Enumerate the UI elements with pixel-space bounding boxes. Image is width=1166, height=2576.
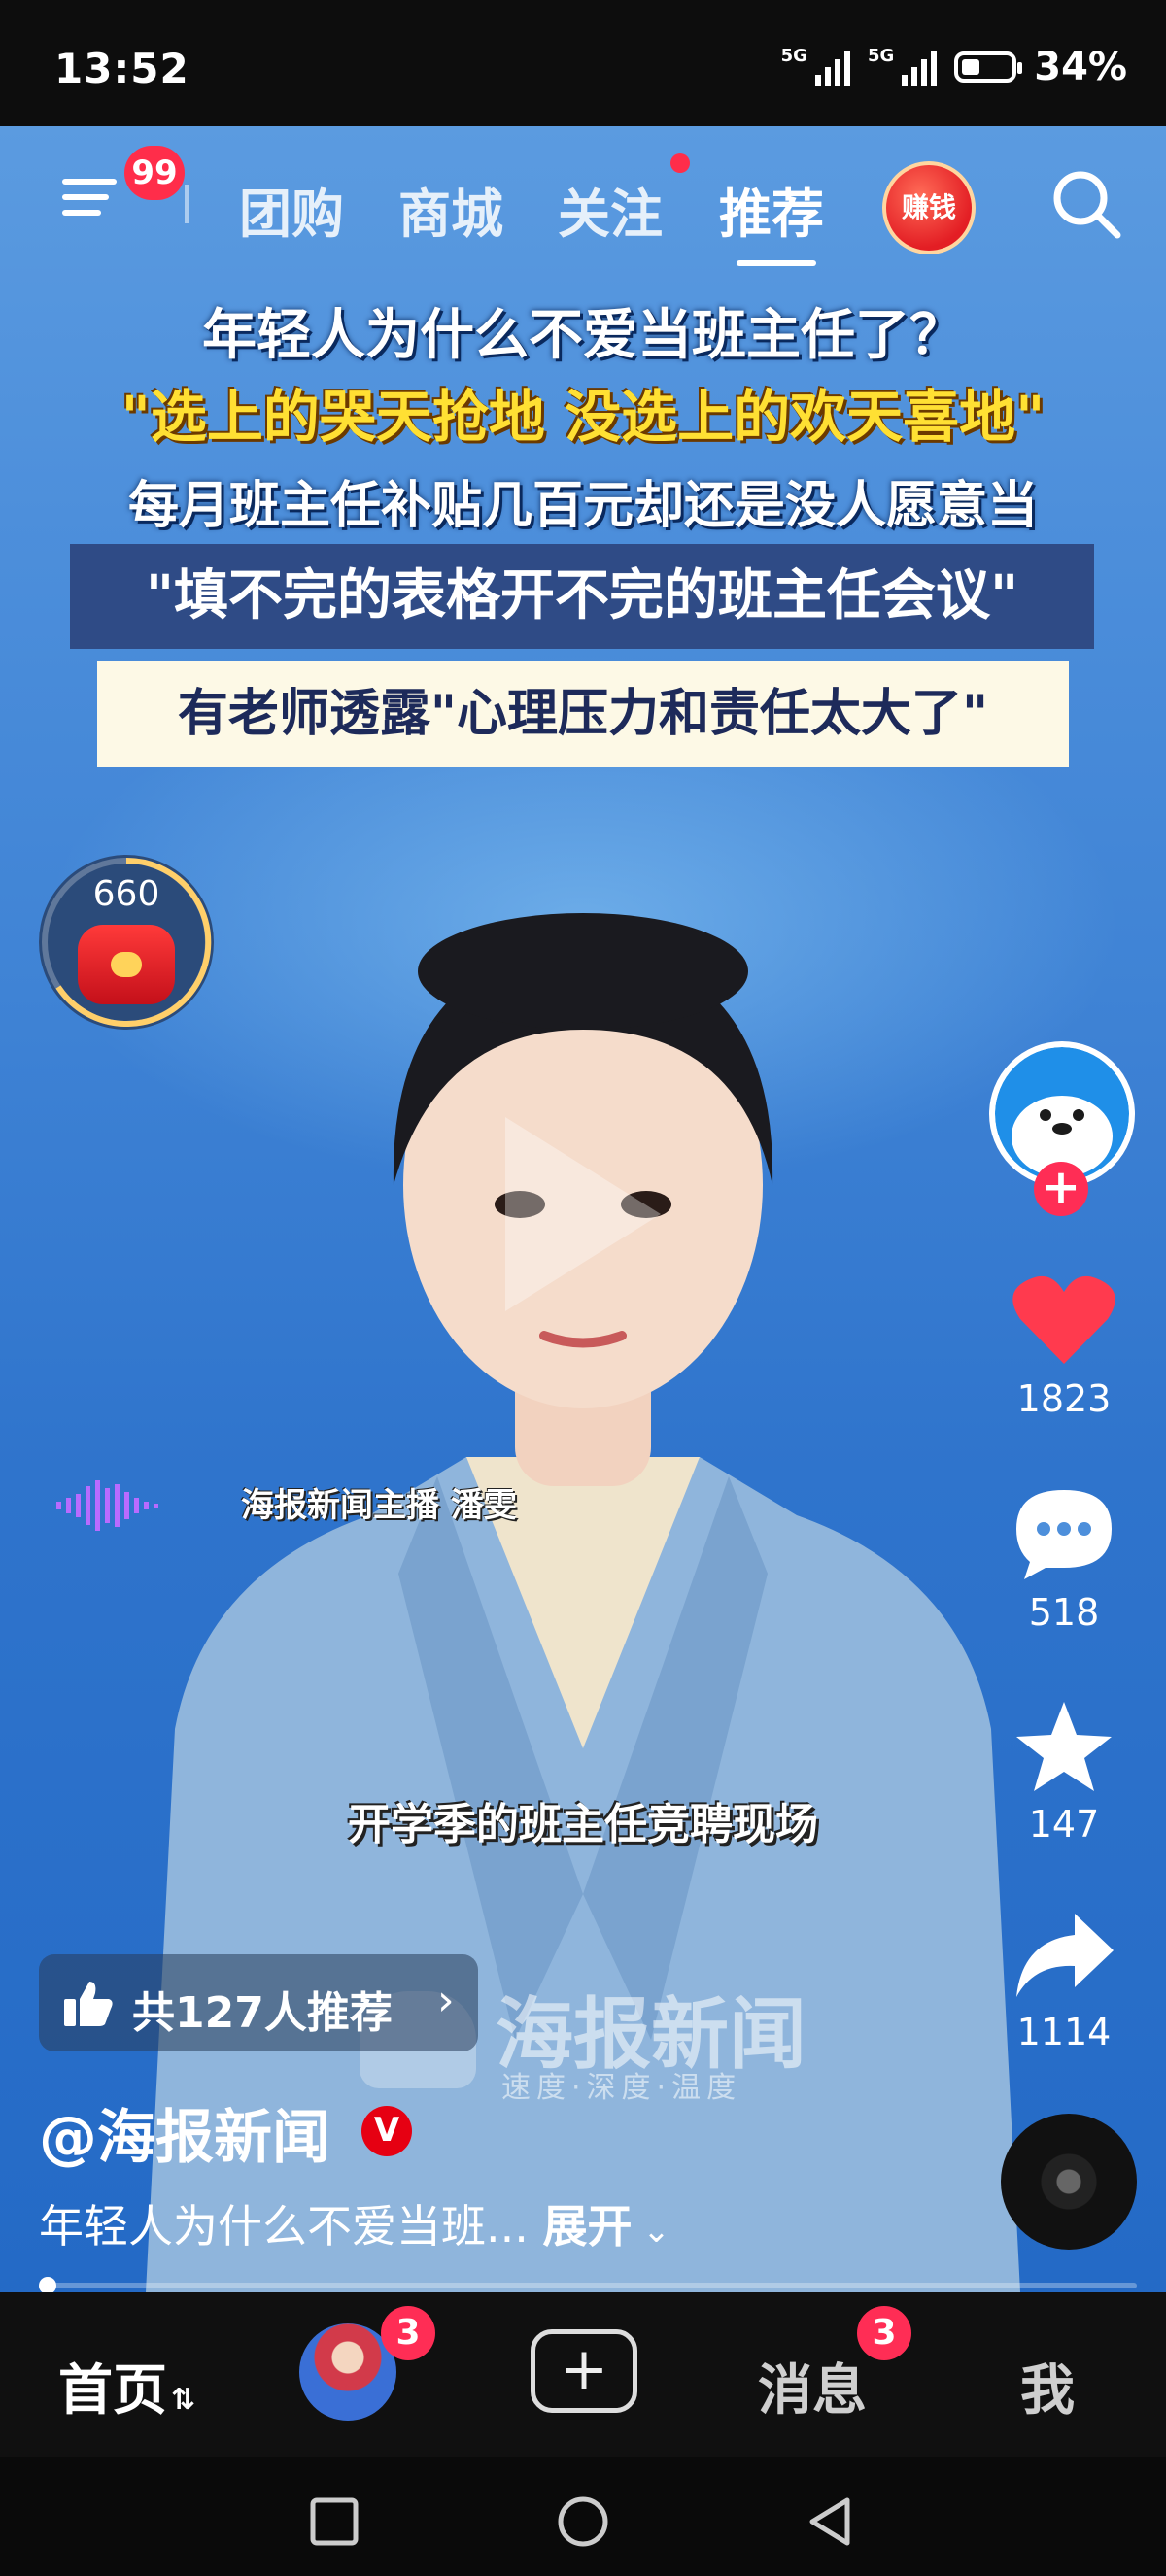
system-nav-bar xyxy=(0,2457,1166,2576)
share-count: 1114 xyxy=(1016,2011,1112,2053)
recents-icon[interactable] xyxy=(309,2496,360,2547)
app-screen: 13:52 5G 5G 34% 99 团购 商城 关注 推荐 赚钱 年轻人为什么… xyxy=(0,0,1166,2576)
author-name[interactable]: @海报新闻 xyxy=(39,2090,330,2175)
signal-icon: 5G xyxy=(781,48,850,86)
tab-following-dot xyxy=(670,153,690,173)
network-type-label: 5G xyxy=(780,46,807,66)
video-headline-4: "填不完的表格开不完的班主任会议" xyxy=(70,544,1094,649)
favorite-count: 147 xyxy=(1028,1803,1100,1846)
status-icons: 5G 5G 34% xyxy=(781,45,1127,89)
thumbs-up-icon xyxy=(64,1982,113,2026)
share-icon[interactable] xyxy=(1011,1908,1117,2005)
home-icon[interactable] xyxy=(556,2494,610,2549)
red-packet-icon xyxy=(78,925,175,1004)
top-nav: 99 团购 商城 关注 推荐 赚钱 xyxy=(0,126,1166,272)
tab-mall[interactable]: 商城 xyxy=(398,171,503,248)
tab-group-buy[interactable]: 团购 xyxy=(239,171,344,248)
follow-button[interactable]: + xyxy=(1034,1162,1088,1216)
friends-badge: 3 xyxy=(381,2306,435,2360)
chevron-right-icon: › xyxy=(437,1976,455,2025)
nav-home-label: 首页 xyxy=(58,2359,167,2423)
tab-recommend[interactable]: 推荐 xyxy=(719,171,824,248)
audio-wave-icon xyxy=(56,1480,158,1531)
switch-arrows-icon: ⇅ xyxy=(171,2383,196,2417)
video-description[interactable]: 年轻人为什么不爱当班... 展开 ⌄ xyxy=(39,2191,670,2255)
bottom-nav: 首页 ⇅ 3 + 消息 3 我 xyxy=(0,2292,1166,2457)
battery-percent: 34% xyxy=(1034,45,1127,89)
recommend-pill[interactable]: 共127人推荐 › xyxy=(39,1954,478,2051)
nav-messages[interactable]: 消息 xyxy=(758,2347,867,2425)
coin-value: 660 xyxy=(92,874,160,914)
like-count: 1823 xyxy=(1016,1377,1112,1420)
video-headline-3: 每月班主任补贴几百元却还是没人愿意当 xyxy=(127,477,1038,535)
verified-badge: V xyxy=(361,2106,412,2156)
music-disc-icon[interactable] xyxy=(1001,2114,1137,2250)
tab-following[interactable]: 关注 xyxy=(558,171,663,248)
messages-badge: 3 xyxy=(857,2306,911,2360)
watermark-sub: 速度·深度·温度 xyxy=(501,2071,742,2105)
comment-count: 518 xyxy=(1028,1591,1100,1634)
video-headline-1: 年轻人为什么不爱当班主任了？ xyxy=(202,304,964,367)
expand-link[interactable]: 展开 xyxy=(543,2200,633,2253)
recommend-label: 共127人推荐 xyxy=(132,1988,393,2038)
menu-badge: 99 xyxy=(124,146,185,200)
video-headline-2: "选上的哭天抢地 没选上的欢天喜地" xyxy=(120,384,1046,450)
back-icon[interactable] xyxy=(803,2494,857,2549)
tab-active-indicator xyxy=(737,260,816,266)
star-icon[interactable] xyxy=(1011,1698,1117,1795)
menu-icon[interactable] xyxy=(62,175,120,220)
status-time: 13:52 xyxy=(54,45,189,92)
description-text: 年轻人为什么不爱当班... xyxy=(39,2200,529,2253)
divider xyxy=(185,185,189,223)
earn-button[interactable]: 赚钱 xyxy=(882,161,976,254)
comment-icon[interactable] xyxy=(1011,1484,1117,1581)
search-icon[interactable] xyxy=(1047,165,1125,243)
create-post-button[interactable]: + xyxy=(531,2329,637,2413)
video-progress-bar[interactable] xyxy=(39,2277,1137,2294)
nav-home[interactable]: 首页 ⇅ xyxy=(58,2347,195,2425)
anchor-caption: 海报新闻主播 潘雯 xyxy=(241,1486,517,1525)
video-headline-5: 有老师透露"心理压力和责任太大了" xyxy=(97,661,1069,767)
nav-me[interactable]: 我 xyxy=(1020,2347,1075,2425)
network-type-label: 5G xyxy=(867,46,895,66)
status-bar: 13:52 5G 5G 34% xyxy=(0,0,1166,126)
play-icon[interactable] xyxy=(486,1098,680,1331)
chevron-down-icon: ⌄ xyxy=(632,2212,670,2251)
heart-icon[interactable] xyxy=(1011,1271,1117,1368)
signal-icon: 5G xyxy=(867,46,938,86)
battery-icon xyxy=(954,51,1023,83)
